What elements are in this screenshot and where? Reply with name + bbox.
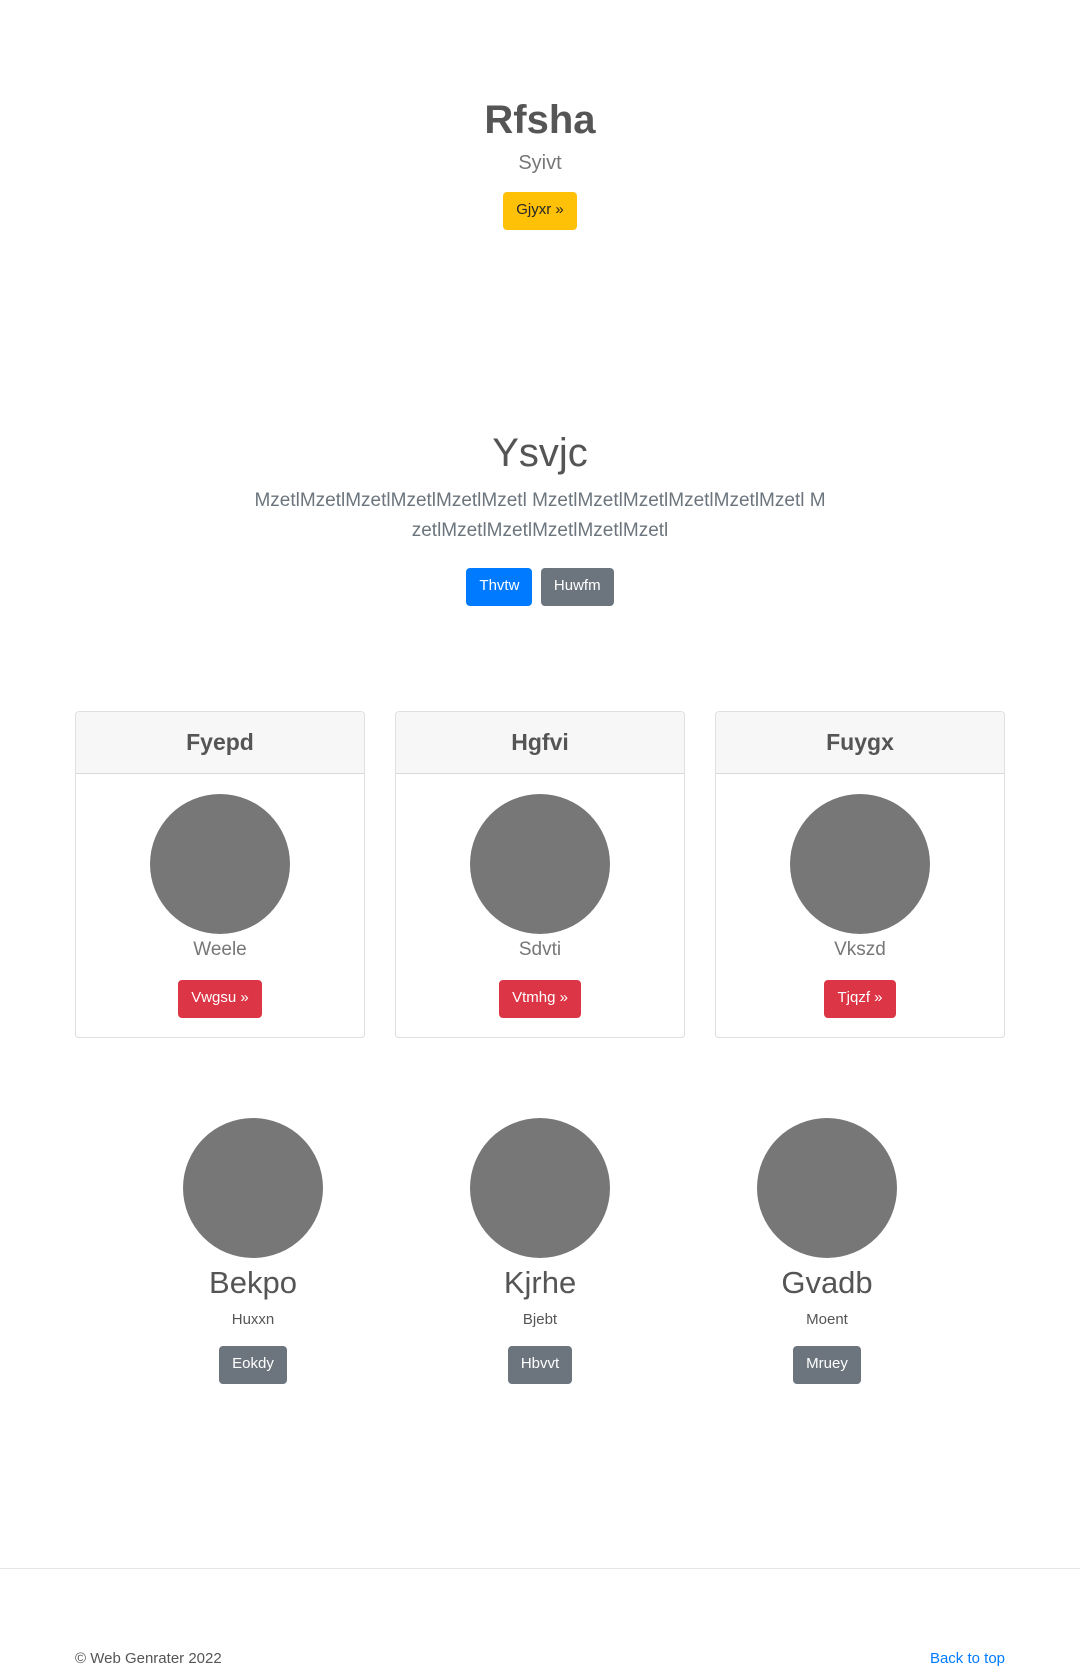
card-subtitle: Weele (193, 939, 247, 960)
member-button[interactable]: Mruey (793, 1346, 861, 1384)
card-header: Hgfvi (396, 712, 684, 774)
team-member: Bekpo Huxxn Eokdy (123, 1118, 383, 1384)
card-subtitle: Sdvti (518, 939, 562, 960)
avatar (757, 1118, 897, 1258)
card-body: Weele Vwgsu » (76, 774, 364, 1018)
member-role: Moent (806, 1311, 848, 1328)
card-subtitle: Vkszd (834, 939, 886, 960)
card-header: Fuygx (716, 712, 1004, 774)
placeholder-image (470, 794, 610, 934)
member-role: Bjebt (522, 1311, 558, 1328)
card-header: Fyepd (76, 712, 364, 774)
footer-divider (0, 1568, 1080, 1569)
intro-title: Ysvjc (492, 431, 588, 475)
placeholder-image (150, 794, 290, 934)
back-to-top-link[interactable]: Back to top (930, 1650, 1005, 1667)
hero-section: Rfsha Syivt Gjyxr » (0, 96, 1080, 230)
card-button[interactable]: Tjqzf » (824, 980, 896, 1018)
placeholder-image (790, 794, 930, 934)
footer: © Web Genrater 2022 Back to top (75, 1650, 1005, 1670)
card-button[interactable]: Vwgsu » (178, 980, 262, 1018)
member-name: Kjrhe (503, 1265, 577, 1300)
card-button[interactable]: Vtmhg » (499, 980, 581, 1018)
copyright-text: © Web Genrater 2022 (75, 1650, 222, 1667)
hero-subtitle: Syivt (518, 152, 562, 174)
avatar (183, 1118, 323, 1258)
team-member: Kjrhe Bjebt Hbvvt (410, 1118, 670, 1384)
card-body: Sdvti Vtmhg » (396, 774, 684, 1018)
primary-button[interactable]: Thvtw (466, 568, 533, 606)
hero-button[interactable]: Gjyxr » (503, 192, 577, 230)
secondary-button[interactable]: Huwfm (540, 568, 614, 606)
card-body: Vkszd Tjqzf » (716, 774, 1004, 1018)
member-button[interactable]: Hbvvt (507, 1346, 573, 1384)
intro-section: Ysvjc MzetlMzetlMzetlMzetlMzetlMzetl Mze… (0, 428, 1080, 606)
team-member: Gvadb Moent Mruey (697, 1118, 957, 1384)
avatar (470, 1118, 610, 1258)
card: Fuygx Vkszd Tjqzf » (715, 711, 1005, 1038)
intro-lead: MzetlMzetlMzetlMzetlMzetlMzetl MzetlMzet… (254, 490, 826, 541)
member-button[interactable]: Eokdy (219, 1346, 287, 1384)
intro-buttons: Thvtw Huwfm (0, 568, 1080, 606)
hero-title: Rfsha (484, 98, 596, 142)
page: Rfsha Syivt Gjyxr » Ysvjc MzetlMzetlMzet… (0, 0, 1080, 1671)
card: Fyepd Weele Vwgsu » (75, 711, 365, 1038)
member-role: Huxxn (231, 1311, 275, 1328)
member-name: Gvadb (781, 1265, 873, 1300)
member-name: Bekpo (209, 1265, 297, 1300)
card: Hgfvi Sdvti Vtmhg » (395, 711, 685, 1038)
